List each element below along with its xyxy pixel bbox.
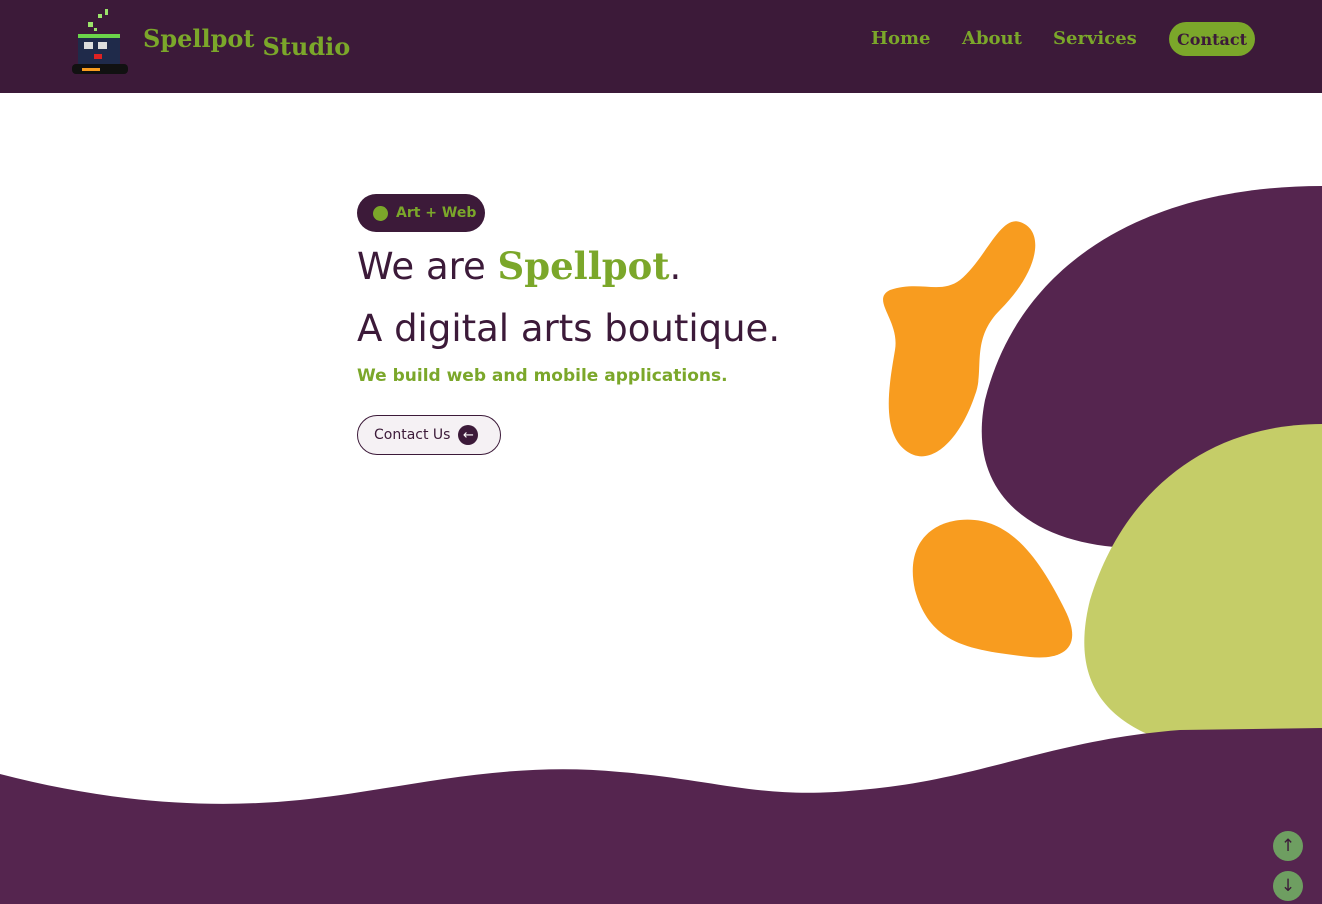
heading-brand: Spellpot bbox=[497, 244, 670, 288]
art-web-badge: Art + Web bbox=[357, 194, 485, 232]
badge-label: Art + Web bbox=[396, 205, 477, 221]
nav-services[interactable]: Services bbox=[1053, 28, 1137, 49]
heading-prefix: We are bbox=[357, 245, 498, 288]
site-header: Spellpot Studio Home About Services Conta… bbox=[0, 0, 1322, 93]
nav-home[interactable]: Home bbox=[871, 28, 931, 49]
arrow-left-icon: ← bbox=[458, 425, 479, 445]
heading-suffix: . bbox=[669, 245, 682, 288]
nav-about[interactable]: About bbox=[962, 28, 1022, 49]
scroll-down-button[interactable]: ↓ bbox=[1273, 871, 1303, 901]
orange-blob-2 bbox=[912, 519, 1073, 658]
contact-us-label: Contact Us bbox=[374, 427, 451, 443]
hero-heading-line1: We are Spellpot. bbox=[357, 244, 681, 288]
cauldron-logo-icon[interactable] bbox=[70, 4, 130, 78]
brand-word-1: Spellpot bbox=[143, 24, 255, 53]
brand-name[interactable]: Spellpot Studio bbox=[143, 24, 350, 61]
contact-us-button[interactable]: Contact Us ← bbox=[357, 415, 501, 455]
hero-heading-line2: A digital arts boutique. bbox=[357, 307, 781, 350]
wave-footer bbox=[0, 728, 1322, 904]
decorative-blobs bbox=[0, 186, 1322, 904]
hero-subtitle: We build web and mobile applications. bbox=[357, 366, 728, 386]
brand-word-2: Studio bbox=[262, 32, 351, 61]
dot-icon bbox=[373, 205, 388, 221]
nav-contact-button[interactable]: Contact bbox=[1169, 22, 1255, 56]
scroll-up-button[interactable]: ↑ bbox=[1273, 831, 1303, 861]
